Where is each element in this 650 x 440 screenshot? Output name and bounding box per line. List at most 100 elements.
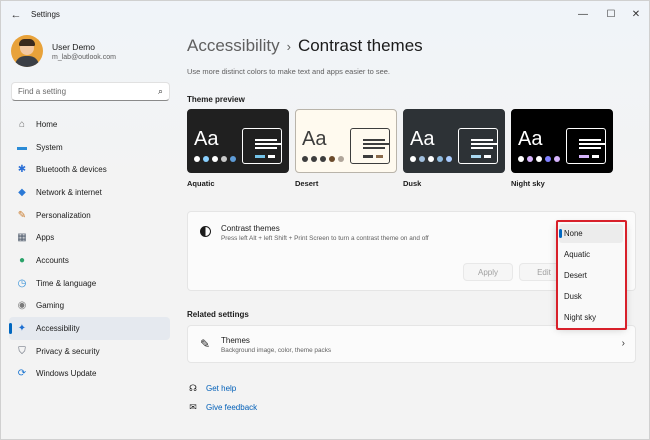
sidebar-item-label: Apps bbox=[36, 233, 55, 243]
feedback-icon: ✉ bbox=[189, 401, 197, 412]
theme-sample-text: Aa bbox=[302, 128, 327, 150]
theme-preview-desert[interactable]: Aa bbox=[295, 109, 397, 173]
page-subtitle: Use more distinct colors to make text an… bbox=[187, 67, 391, 76]
close-button[interactable]: ✕ bbox=[625, 5, 647, 23]
theme-sample-text: Aa bbox=[194, 128, 219, 150]
themes-title: Themes bbox=[221, 336, 250, 345]
color-swatch bbox=[302, 156, 308, 162]
color-swatch bbox=[518, 156, 524, 162]
sidebar-item-label: Accessibility bbox=[36, 324, 80, 334]
help-headset-icon: ☊ bbox=[189, 382, 197, 393]
theme-window-preview bbox=[458, 128, 498, 164]
theme-window-preview bbox=[242, 128, 282, 164]
sidebar-item-label: Windows Update bbox=[36, 369, 97, 379]
bluetooth-icon: ✱ bbox=[17, 164, 27, 176]
color-swatch bbox=[230, 156, 236, 162]
globe-clock-icon: ◷ bbox=[17, 277, 27, 289]
theme-label: Night sky bbox=[511, 179, 545, 188]
user-name: User Demo bbox=[52, 42, 95, 52]
color-swatch bbox=[338, 156, 344, 162]
theme-preview-title: Theme preview bbox=[187, 95, 245, 104]
annotation-highlight-box bbox=[556, 220, 627, 330]
update-icon: ⟳ bbox=[17, 368, 27, 380]
theme-label: Aquatic bbox=[187, 179, 215, 188]
theme-color-swatches bbox=[518, 156, 560, 162]
theme-preview-aquatic[interactable]: Aa bbox=[187, 109, 289, 173]
minimize-button[interactable]: — bbox=[572, 5, 594, 23]
theme-label: Dusk bbox=[403, 179, 422, 188]
sidebar-item-bluetooth-devices[interactable]: ✱ Bluetooth & devices bbox=[9, 158, 170, 181]
apply-button[interactable]: Apply bbox=[463, 263, 513, 281]
sidebar-item-privacy-security[interactable]: ⛉ Privacy & security bbox=[9, 340, 170, 363]
sidebar-item-personalization[interactable]: ✎ Personalization bbox=[9, 204, 170, 227]
color-swatch bbox=[419, 156, 425, 162]
back-arrow-icon[interactable]: ← bbox=[7, 6, 25, 24]
contrast-themes-description: Press left Alt + left Shift + Print Scre… bbox=[221, 235, 429, 242]
sidebar-item-label: Home bbox=[36, 119, 58, 129]
sidebar-item-label: Gaming bbox=[36, 301, 65, 311]
related-settings-title: Related settings bbox=[187, 310, 249, 319]
theme-color-swatches bbox=[302, 156, 344, 162]
user-profile[interactable]: User Demo m_lab@outlook.com bbox=[11, 35, 176, 71]
color-swatch bbox=[536, 156, 542, 162]
sidebar-item-windows-update[interactable]: ⟳ Windows Update bbox=[9, 363, 170, 386]
sidebar-item-time-language[interactable]: ◷ Time & language bbox=[9, 272, 170, 295]
sidebar-item-home[interactable]: ⌂ Home bbox=[9, 113, 170, 136]
theme-color-swatches bbox=[194, 156, 236, 162]
apps-icon: ▦ bbox=[17, 232, 27, 244]
sidebar-item-accessibility[interactable]: ✦ Accessibility bbox=[9, 317, 170, 340]
brush-icon: ✎ bbox=[200, 337, 211, 351]
theme-label: Desert bbox=[295, 179, 319, 188]
contrast-icon bbox=[200, 226, 211, 237]
sidebar-nav: ⌂ Home ▬ System ✱ Bluetooth & devices ◆ Network… bbox=[9, 113, 170, 385]
color-swatch bbox=[410, 156, 416, 162]
breadcrumb: Accessibility › Contrast themes bbox=[187, 36, 423, 56]
sidebar-item-label: Privacy & security bbox=[36, 346, 100, 356]
page-title: Contrast themes bbox=[297, 36, 423, 55]
sidebar-item-label: Bluetooth & devices bbox=[36, 165, 107, 175]
color-swatch bbox=[554, 156, 560, 162]
search-placeholder: Find a setting bbox=[18, 87, 67, 96]
give-feedback-link[interactable]: ✉ Give feedback bbox=[187, 401, 257, 413]
sidebar-item-label: Time & language bbox=[36, 278, 97, 288]
sidebar-item-label: System bbox=[36, 142, 63, 152]
person-icon: ● bbox=[18, 254, 26, 266]
app-title: Settings bbox=[31, 10, 60, 19]
controller-icon: ◉ bbox=[17, 300, 27, 312]
sidebar-item-label: Accounts bbox=[36, 255, 69, 265]
themes-link-card[interactable]: ✎ Themes Background image, color, theme … bbox=[187, 325, 636, 363]
color-swatch bbox=[428, 156, 434, 162]
theme-preview-dusk[interactable]: Aa bbox=[403, 109, 505, 173]
theme-window-preview bbox=[350, 128, 390, 164]
sidebar-item-network-internet[interactable]: ◆ Network & internet bbox=[9, 181, 170, 204]
maximize-button[interactable]: ☐ bbox=[600, 5, 622, 23]
get-help-link[interactable]: ☊ Get help bbox=[187, 382, 236, 394]
sidebar-item-system[interactable]: ▬ System bbox=[9, 136, 170, 159]
shield-icon: ⛉ bbox=[18, 345, 26, 357]
monitor-icon: ▬ bbox=[17, 141, 27, 153]
search-icon[interactable]: ⌕ bbox=[158, 86, 163, 97]
breadcrumb-separator: › bbox=[286, 39, 291, 54]
contrast-themes-title: Contrast themes bbox=[221, 224, 280, 233]
color-swatch bbox=[212, 156, 218, 162]
brush-icon: ✎ bbox=[17, 209, 27, 221]
color-swatch bbox=[320, 156, 326, 162]
themes-description: Background image, color, theme packs bbox=[221, 347, 332, 354]
color-swatch bbox=[437, 156, 443, 162]
color-swatch bbox=[446, 156, 452, 162]
theme-preview-night-sky[interactable]: Aa bbox=[511, 109, 613, 173]
color-swatch bbox=[329, 156, 335, 162]
chevron-right-icon: › bbox=[621, 338, 625, 349]
color-swatch bbox=[203, 156, 209, 162]
sidebar-item-gaming[interactable]: ◉ Gaming bbox=[9, 295, 170, 318]
sidebar-item-accounts[interactable]: ● Accounts bbox=[9, 249, 170, 272]
breadcrumb-parent[interactable]: Accessibility bbox=[187, 36, 280, 55]
user-email: m_lab@outlook.com bbox=[52, 54, 116, 61]
search-input[interactable]: Find a setting ⌕ bbox=[11, 82, 170, 101]
settings-window: ← Settings — ☐ ✕ User Demo m_lab@outlook… bbox=[0, 0, 650, 440]
wifi-icon: ◆ bbox=[18, 186, 26, 198]
avatar bbox=[11, 35, 43, 67]
home-icon: ⌂ bbox=[18, 118, 26, 130]
give-feedback-label: Give feedback bbox=[206, 402, 258, 412]
sidebar-item-apps[interactable]: ▦ Apps bbox=[9, 226, 170, 249]
